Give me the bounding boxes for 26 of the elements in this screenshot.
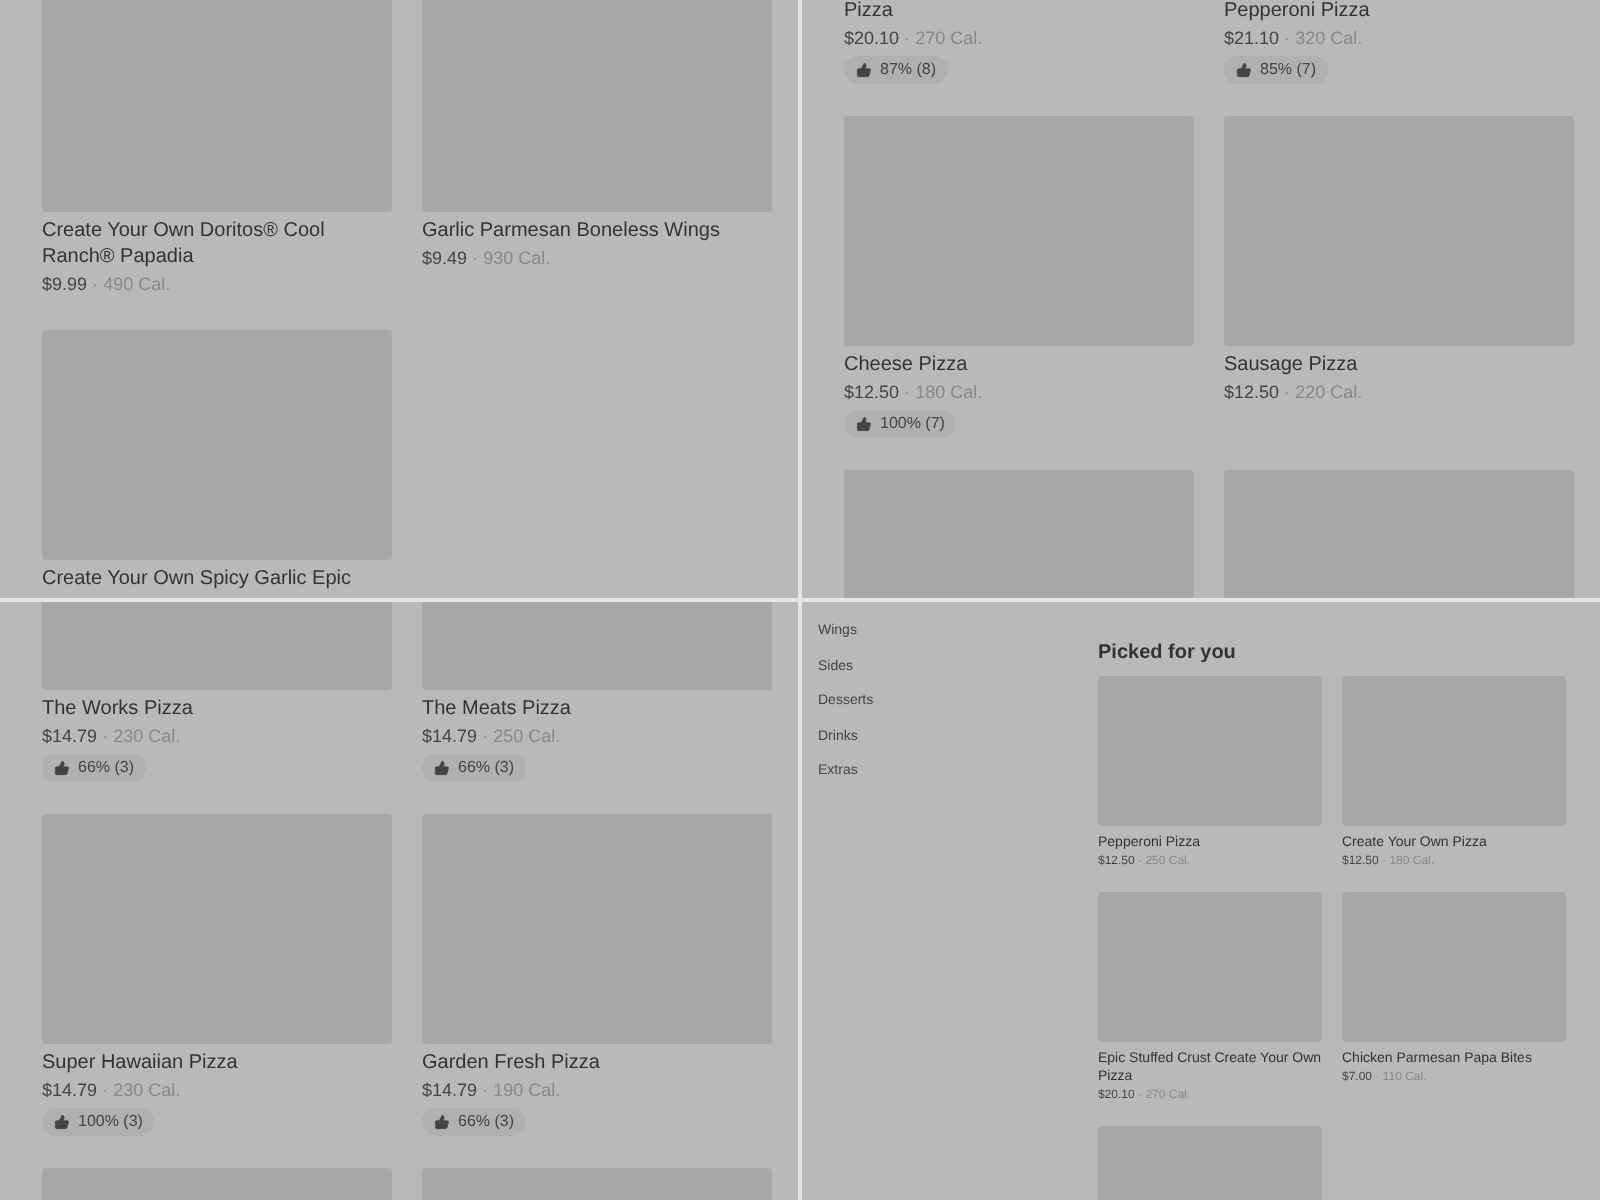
item-name[interactable]: Garden Fresh Pizza (422, 1050, 772, 1076)
rating-badge: 66% (3) (42, 754, 147, 782)
item-name[interactable]: Garlic Parmesan Boneless Wings (422, 218, 772, 244)
rating-badge: 100% (7) (844, 410, 957, 438)
rating-badge: 85% (7) (1224, 56, 1329, 84)
thumbs-up-icon (54, 1114, 70, 1130)
item-name[interactable]: The Meats Pizza (422, 696, 772, 722)
item-name[interactable]: Super Hawaiian Pizza (42, 1050, 392, 1076)
thumbs-up-icon (434, 1114, 450, 1130)
thumbs-up-icon (1236, 62, 1252, 78)
rating-badge: 66% (3) (422, 754, 527, 782)
thumbs-up-icon (434, 760, 450, 776)
item-name[interactable]: Cheese Pizza (844, 352, 1194, 378)
rating-badge: 87% (8) (844, 56, 949, 84)
item-name[interactable]: Create Your Own Spicy Garlic Epic (42, 566, 392, 592)
item-name[interactable]: The Works Pizza (42, 696, 392, 722)
item-name[interactable]: Sausage Pizza (1224, 352, 1574, 378)
item-name[interactable]: Pizza (844, 0, 1194, 24)
section-title: Picked for you (1098, 640, 1238, 666)
item-name[interactable]: Create Your Own Doritos® Cool Ranch® Papadia (42, 218, 392, 270)
rating-badge: 66% (3) (422, 1108, 527, 1136)
rating-badge: 100% (3) (42, 1108, 155, 1136)
thumbs-up-icon (856, 62, 872, 78)
thumbs-up-icon (856, 416, 872, 432)
item-name[interactable]: Pepperoni Pizza (1224, 0, 1574, 24)
thumbs-up-icon (54, 760, 70, 776)
